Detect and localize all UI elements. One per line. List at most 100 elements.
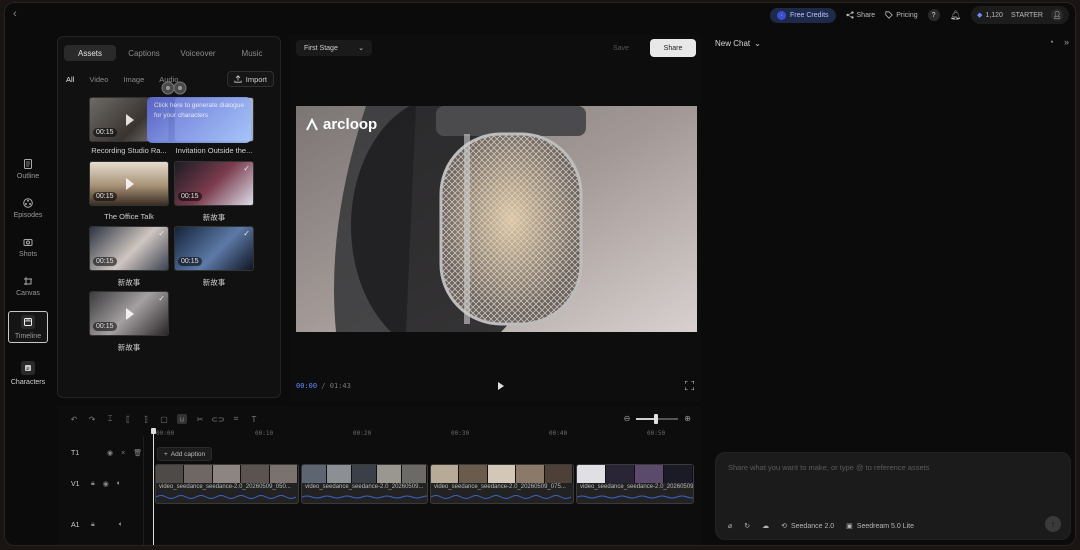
back-chevron-icon[interactable]: ‹ — [13, 8, 17, 20]
avatar[interactable]: 👤︎ — [1051, 9, 1063, 21]
asset-thumb-4[interactable]: ✓ 00:15 — [174, 161, 254, 206]
send-button[interactable]: ↑ — [1045, 516, 1061, 532]
collapse-panel-icon[interactable]: » — [1064, 37, 1069, 47]
zoom-knob[interactable] — [654, 413, 659, 424]
playhead[interactable] — [153, 430, 154, 545]
lock-icon[interactable]: 🔒︎ — [91, 521, 95, 529]
time-readout: 00:00 / 01:43 — [296, 382, 351, 390]
cloud-icon[interactable]: ☁︎ — [762, 522, 769, 530]
rail-item-episodes[interactable]: Episodes — [8, 192, 48, 224]
video-clip[interactable]: video_seedance_seedance-2.0_20260509... — [301, 464, 428, 504]
attach-icon[interactable]: ⌀ — [728, 522, 732, 530]
share-button[interactable]: Share — [650, 39, 696, 57]
asset-thumb-7[interactable]: ✓ 00:15 — [89, 291, 169, 336]
link-icon[interactable]: ⊂⊃ — [211, 414, 224, 424]
zoom-out-icon[interactable]: ⊖ — [624, 414, 631, 423]
video-preview[interactable]: arcloop — [296, 106, 697, 332]
rail-item-characters[interactable]: Characters — [8, 357, 48, 389]
lock-icon[interactable]: 🔒︎ — [91, 480, 95, 488]
eye-icon[interactable]: ◉ — [103, 480, 109, 488]
rail-item-canvas[interactable]: Canvas — [8, 270, 48, 302]
credit-balance: ◆ 1,120 — [977, 11, 1003, 20]
balance-value: 1,120 — [985, 11, 1003, 19]
trim-right-icon[interactable]: ⟧ — [141, 414, 151, 424]
save-button[interactable]: Save — [613, 45, 629, 52]
time-ruler[interactable]: 00:00 00:10 00:20 00:30 00:40 00:50 — [153, 428, 693, 440]
delete-icon[interactable]: ▢ — [159, 414, 169, 424]
stage-label: First Stage — [304, 44, 338, 52]
timeline-toolbar: ↶ ↷ ⌶ ⟦ ⟧ ▢ ⊍ ✂ ⊂⊃ ⌗ T — [69, 414, 259, 424]
video-model-selector[interactable]: ⟲ Seedance 2.0 — [781, 522, 834, 531]
video-clip[interactable]: video_seedance_seedance-2.0_20260509_075… — [430, 464, 574, 504]
split-icon[interactable]: ⌶ — [105, 414, 115, 424]
tab-voiceover[interactable]: Voiceover — [172, 45, 224, 61]
play-icon[interactable] — [498, 382, 504, 390]
filter-image[interactable]: Image — [123, 75, 144, 84]
rail-label-timeline: Timeline — [14, 332, 42, 340]
trash-icon[interactable]: 🗑︎ — [133, 449, 142, 457]
text-icon[interactable]: T — [249, 414, 259, 424]
ruler-tick: 00:50 — [647, 430, 666, 437]
chat-panel: New Chat ⌄ ◔ » Share what you want to ma… — [705, 29, 1075, 545]
share-top-button[interactable]: Share — [845, 11, 875, 19]
video-clip[interactable]: video_seedance_seedance-2.0_20260509_050… — [155, 464, 299, 504]
eye-icon[interactable]: ◉ — [107, 449, 113, 457]
tab-assets[interactable]: Assets — [64, 45, 116, 61]
video-clip[interactable]: video_seedance_seedance-2.0_20260509 — [576, 464, 694, 504]
image-model-selector[interactable]: ▣ Seedream 5.0 Lite — [846, 522, 914, 531]
canvas-icon — [24, 276, 32, 285]
import-label: Import — [245, 74, 267, 84]
asset-thumb-5[interactable]: ✓ 00:15 — [89, 226, 169, 271]
gift-icon: · — [777, 10, 786, 20]
tab-captions[interactable]: Captions — [118, 45, 170, 61]
undo-icon[interactable]: ↶ — [69, 414, 79, 424]
pricing-button[interactable]: Pricing — [885, 11, 918, 19]
rail-item-timeline[interactable]: Timeline — [8, 311, 48, 343]
rail-item-shots[interactable]: Shots — [8, 231, 48, 263]
rail-item-outline[interactable]: Outline — [8, 153, 48, 185]
free-credits-button[interactable]: · Free Credits — [770, 7, 836, 23]
zoom-in-icon[interactable]: ⊕ — [684, 414, 691, 423]
speaker-icon[interactable]: 🔈︎ — [117, 480, 121, 488]
refresh-icon[interactable]: ↻ — [744, 522, 750, 530]
redo-icon[interactable]: ↷ — [87, 414, 97, 424]
trim-left-icon[interactable]: ⟦ — [123, 414, 133, 424]
playhead-handle[interactable] — [151, 428, 156, 434]
close-icon[interactable]: × — [121, 450, 125, 457]
asset-thumb-6[interactable]: ✓ 00:15 — [174, 226, 254, 271]
history-icon[interactable]: ◔ — [1049, 37, 1054, 47]
check-icon: ✓ — [243, 164, 250, 173]
arrow-up-icon: ↑ — [1050, 519, 1056, 529]
chat-input-placeholder[interactable]: Share what you want to make, or type @ t… — [728, 463, 929, 472]
preview-panel: First Stage ⌄ Save Share arcloop 00:00 /… — [289, 34, 701, 402]
zoom-slider[interactable] — [636, 413, 679, 424]
audio-waveform — [431, 495, 571, 499]
scissors-icon[interactable]: ✂ — [195, 414, 205, 424]
asset-label: 新故事 — [117, 278, 141, 287]
clip-frames — [577, 465, 693, 483]
chat-title-dropdown[interactable]: New Chat ⌄ — [715, 39, 761, 48]
chat-composer[interactable]: Share what you want to make, or type @ t… — [715, 452, 1071, 540]
crop-icon[interactable]: ⌗ — [231, 414, 241, 424]
help-icon[interactable]: ? — [927, 9, 940, 21]
current-time: 00:00 — [296, 382, 318, 390]
speaker-icon[interactable]: 🔈︎ — [119, 521, 123, 529]
clip-name: video_seedance_seedance-2.0_20260509 — [580, 484, 694, 490]
filter-all[interactable]: All — [66, 75, 74, 84]
rail-label-outline: Outline — [16, 172, 40, 180]
track-id: V1 — [71, 480, 80, 488]
audio-waveform — [156, 495, 296, 499]
ruler-tick: 00:30 — [451, 430, 470, 437]
dialogue-tooltip[interactable]: Click here to generate dialogue for your… — [147, 97, 251, 143]
add-caption-button[interactable]: + Add caption — [157, 447, 213, 461]
asset-thumb-3[interactable]: 00:15 — [89, 161, 169, 206]
magnet-icon[interactable]: ⊍ — [177, 414, 187, 424]
account-pill[interactable]: ◆ 1,120 STARTER 👤︎ — [971, 6, 1069, 24]
filter-video[interactable]: Video — [89, 75, 108, 84]
bell-icon[interactable]: 🔔︎ — [950, 10, 961, 21]
import-button[interactable]: Import — [226, 71, 274, 87]
fullscreen-icon[interactable] — [685, 381, 694, 390]
share-icon — [845, 11, 854, 19]
stage-dropdown[interactable]: First Stage ⌄ — [296, 40, 372, 56]
tab-music[interactable]: Music — [226, 45, 278, 61]
